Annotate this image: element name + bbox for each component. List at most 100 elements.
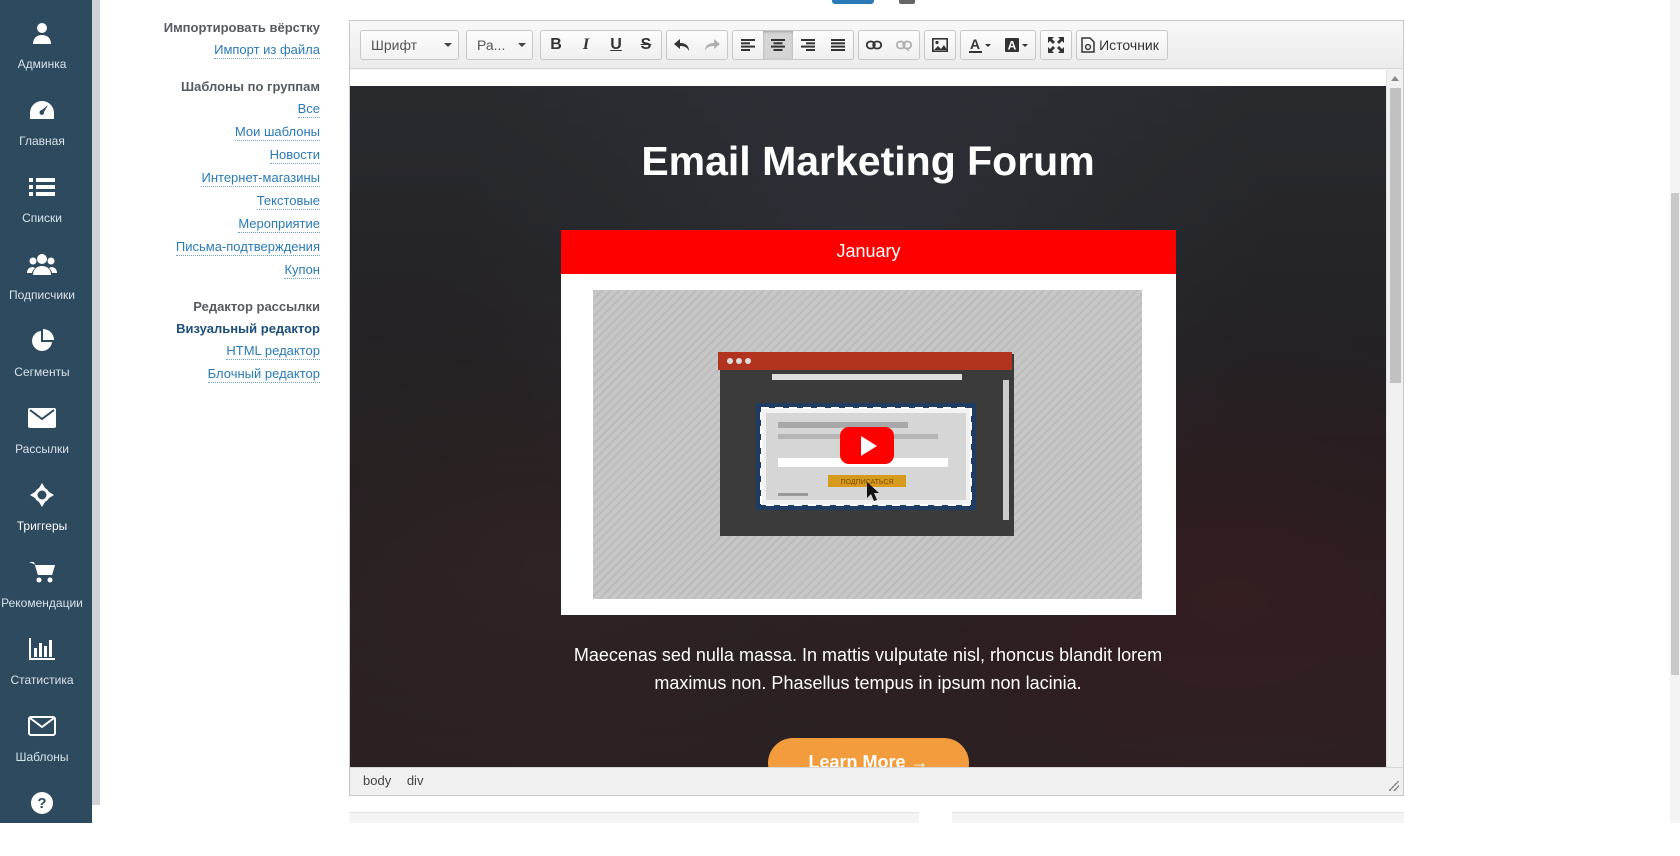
bar-chart-icon — [27, 634, 57, 664]
group-link-events[interactable]: Мероприятие — [238, 216, 320, 233]
nav-label: Статистика — [10, 673, 74, 687]
users-icon — [27, 249, 57, 279]
nav-item-templates[interactable]: Шаблоны — [0, 701, 84, 779]
video-card[interactable]: January ПОДП — [561, 230, 1176, 615]
nav-label: Сегменты — [14, 365, 70, 379]
top-icon-fragment[interactable] — [899, 0, 915, 4]
dashboard-icon — [27, 95, 57, 125]
resize-handle-icon[interactable] — [1389, 781, 1399, 791]
page-scrollbar-thumb[interactable] — [1671, 193, 1679, 675]
background-color-button[interactable]: A — [998, 31, 1035, 59]
underline-button[interactable]: U — [601, 31, 631, 59]
redo-button[interactable] — [697, 31, 727, 59]
learn-more-button[interactable]: Learn More → — [768, 738, 969, 767]
nav-label: Рассылки — [15, 442, 69, 456]
import-heading: Импортировать вёрстку — [163, 20, 320, 35]
source-button[interactable]: Источник — [1077, 31, 1163, 59]
group-link-text[interactable]: Текстовые — [256, 193, 320, 210]
strikethrough-icon: S — [640, 36, 652, 53]
insert-image-button[interactable] — [925, 31, 955, 59]
background-color-icon: A — [1004, 38, 1028, 53]
align-center-icon — [771, 39, 785, 51]
unlink-button[interactable] — [889, 31, 919, 59]
unlink-icon — [896, 40, 912, 51]
top-button-fragment[interactable] — [832, 0, 874, 4]
nav-item-admin[interactable]: Админка — [0, 8, 84, 86]
scroll-up-arrow-icon[interactable] — [1391, 76, 1399, 81]
svg-text:A: A — [1007, 39, 1016, 53]
nav-item-home[interactable]: Главная — [0, 85, 84, 163]
wysiwyg-editor: Шрифт Ра... B I U S A A Источник Email M… — [349, 20, 1404, 796]
nav-item-statistics[interactable]: Статистика — [0, 624, 84, 702]
align-left-button[interactable] — [733, 31, 763, 59]
email-title[interactable]: Email Marketing Forum — [350, 138, 1386, 185]
video-thumbnail[interactable]: ПОДПИСАТЬСЯ — [593, 290, 1142, 599]
html-editor-link[interactable]: HTML редактор — [226, 343, 320, 360]
font-select-value: Шрифт — [371, 37, 418, 53]
nav-item-subscribers[interactable]: Подписчики — [0, 239, 84, 317]
text-color-icon: A — [968, 37, 991, 53]
svg-text:A: A — [969, 37, 979, 52]
import-from-file-link[interactable]: Импорт из файла — [214, 42, 320, 59]
align-justify-icon — [831, 39, 845, 51]
nav-label: Главная — [19, 134, 65, 148]
align-center-button[interactable] — [763, 31, 793, 59]
align-justify-button[interactable] — [823, 31, 853, 59]
nav-item-mailings[interactable]: Рассылки — [0, 393, 84, 471]
align-right-button[interactable] — [793, 31, 823, 59]
nav-item-segments[interactable]: Сегменты — [0, 316, 84, 394]
nav-item-help[interactable]: ? — [0, 778, 84, 856]
nav-label: Админка — [17, 57, 67, 71]
source-button-label: Источник — [1099, 37, 1159, 53]
bold-button[interactable]: B — [541, 31, 571, 59]
svg-text:?: ? — [37, 795, 46, 812]
cart-icon — [27, 557, 57, 587]
path-item-div[interactable]: div — [407, 773, 424, 788]
group-link-news[interactable]: Новости — [269, 147, 320, 164]
block-editor-link[interactable]: Блочный редактор — [207, 366, 320, 383]
group-link-e-shops[interactable]: Интернет-магазины — [201, 170, 320, 187]
page-scrollbar[interactable] — [1670, 0, 1680, 823]
nav-item-recommendations[interactable]: Рекомендации — [0, 547, 84, 625]
nav-label: Шаблоны — [15, 750, 69, 764]
path-item-body[interactable]: body — [363, 773, 391, 788]
font-select[interactable]: Шрифт — [360, 30, 459, 60]
element-path-bar: body div — [350, 767, 1403, 795]
editor-scrollbar-thumb[interactable] — [1390, 88, 1401, 383]
email-body-text[interactable]: Maecenas sed nulla massa. In mattis vulp… — [350, 641, 1386, 697]
template-groups-heading: Шаблоны по группам — [181, 79, 320, 94]
group-link-my-templates[interactable]: Мои шаблоны — [234, 124, 320, 141]
insert-link-button[interactable] — [859, 31, 889, 59]
undo-button[interactable] — [667, 31, 697, 59]
envelope-outline-icon — [27, 711, 57, 741]
visual-editor-link[interactable]: Визуальный редактор — [176, 321, 320, 337]
group-link-coupon[interactable]: Купон — [284, 262, 320, 279]
play-video-button[interactable] — [840, 427, 894, 464]
card-header[interactable]: January — [561, 230, 1176, 274]
image-icon — [932, 38, 948, 52]
align-left-icon — [741, 39, 755, 51]
nav-item-triggers[interactable]: Триггеры — [0, 470, 84, 548]
text-color-button[interactable]: A — [961, 31, 998, 59]
size-select[interactable]: Ра... — [466, 30, 533, 60]
group-link-confirmations[interactable]: Письма-подтверждения — [175, 239, 320, 256]
strikethrough-button[interactable]: S — [631, 31, 661, 59]
body-text-line-2: maximus non. Phasellus tempus in ipsum n… — [654, 673, 1082, 693]
source-code-icon — [1081, 37, 1095, 53]
bottom-panel-left — [349, 812, 919, 823]
history-button-group — [666, 30, 728, 60]
nav-item-lists[interactable]: Списки — [0, 162, 84, 240]
editor-content-area[interactable]: Email Marketing Forum January Maecenas s… — [350, 70, 1403, 787]
bottom-panel-right — [952, 812, 1404, 823]
source-button-group: Источник — [1076, 30, 1168, 60]
pie-chart-icon — [27, 326, 57, 356]
group-link-all[interactable]: Все — [297, 101, 320, 118]
italic-button[interactable]: I — [571, 31, 601, 59]
align-right-icon — [801, 39, 815, 51]
link-icon — [866, 40, 882, 50]
editor-scrollbar[interactable] — [1386, 70, 1403, 787]
maximize-button[interactable] — [1041, 31, 1071, 59]
envelope-icon — [27, 403, 57, 433]
email-hero-background: Email Marketing Forum January Maecenas s… — [350, 86, 1386, 767]
trigger-icon — [27, 480, 57, 510]
